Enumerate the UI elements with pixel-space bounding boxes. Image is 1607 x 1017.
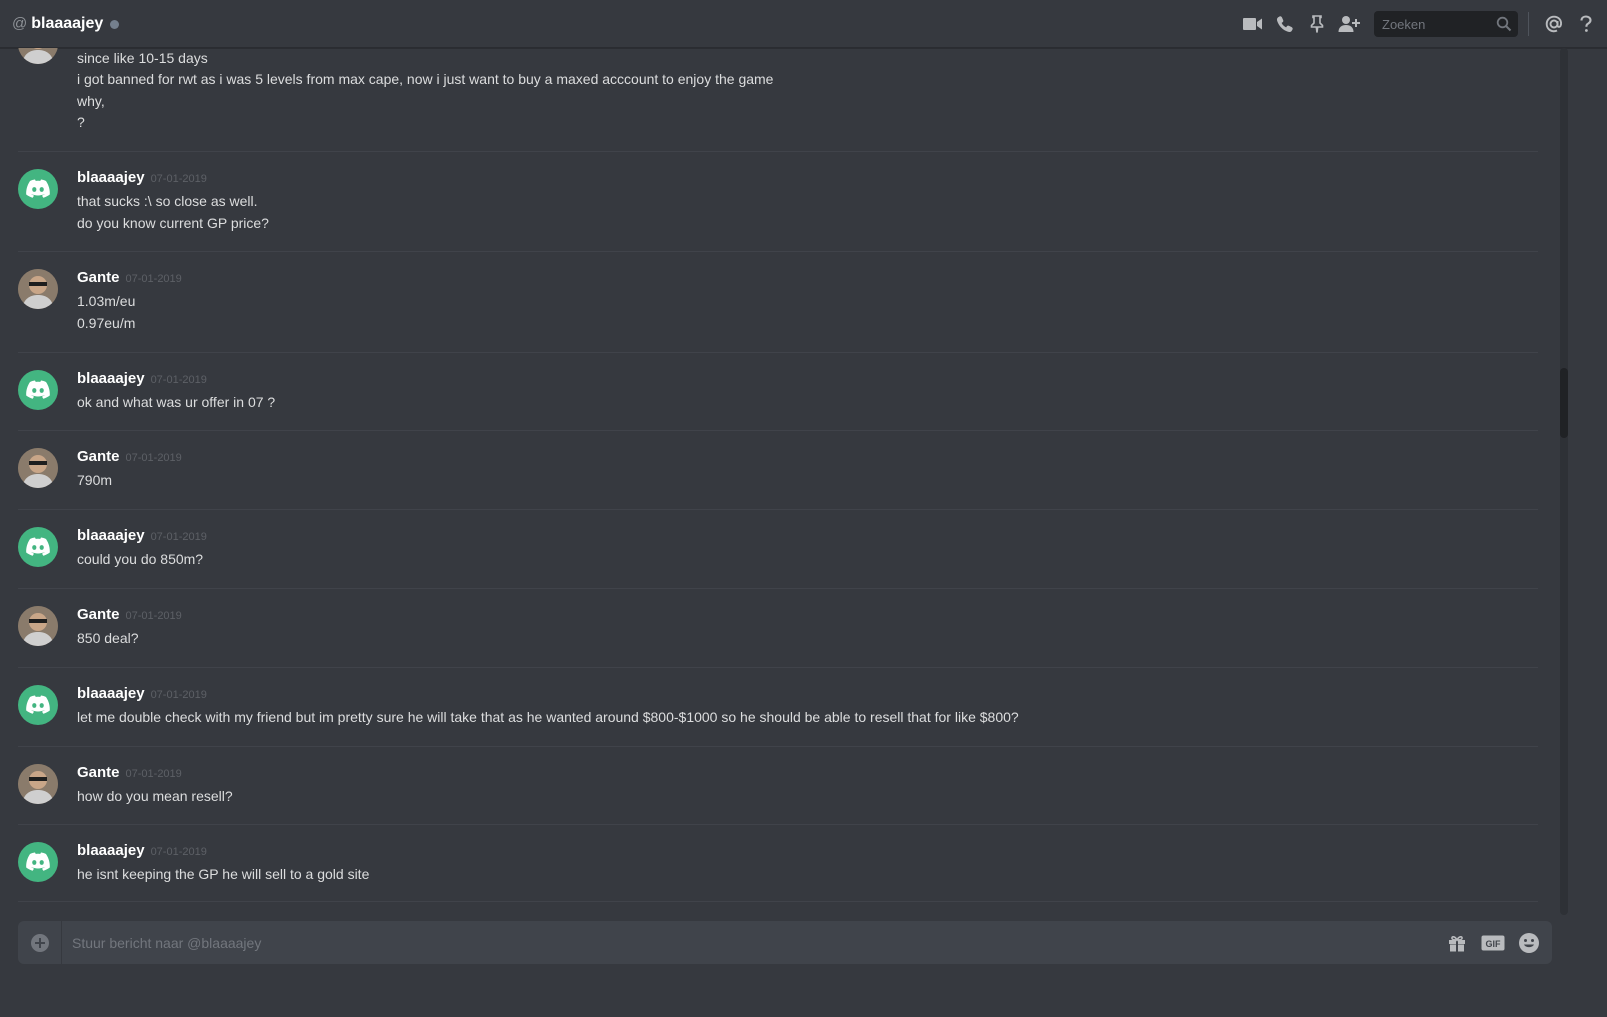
username[interactable]: blaaaajey	[77, 169, 145, 186]
header-toolbar	[1234, 0, 1607, 48]
discord-logo-icon	[26, 537, 50, 556]
message-header: Gante 07-01-2019	[77, 448, 182, 465]
upload-button[interactable]	[18, 921, 62, 964]
avatar[interactable]	[18, 527, 58, 567]
avatar[interactable]	[18, 606, 58, 646]
message-input[interactable]	[62, 921, 1442, 964]
username[interactable]: Gante	[77, 764, 120, 781]
message-header: blaaaajey 07-01-2019	[77, 370, 207, 387]
add-friend-icon[interactable]	[1336, 11, 1362, 37]
message-header: blaaaajey 07-01-2019	[77, 169, 207, 186]
search-input[interactable]	[1382, 16, 1492, 32]
message-line: could you do 850m?	[77, 551, 204, 567]
message-line: i got banned for rwt as i was 5 levels f…	[77, 71, 774, 87]
username[interactable]: blaaaajey	[77, 527, 145, 544]
message-divider	[18, 509, 1538, 510]
message-line: why,	[77, 93, 105, 109]
message-header: Gante 07-01-2019	[77, 764, 182, 781]
message-divider	[18, 667, 1538, 668]
upload-icon	[30, 933, 49, 952]
message-line: ?	[77, 114, 85, 130]
status-indicator	[110, 19, 120, 29]
message-divider	[18, 352, 1538, 353]
message-line: 790m	[77, 472, 113, 488]
avatar[interactable]	[18, 764, 58, 804]
message-line: 1.03m/eu	[77, 293, 136, 309]
username[interactable]: Gante	[77, 606, 120, 623]
message-divider	[18, 151, 1538, 152]
help-icon[interactable]	[1573, 11, 1599, 37]
message-header: blaaaajey 07-01-2019	[77, 842, 207, 859]
message-header: Gante 07-01-2019	[77, 606, 182, 623]
message-divider	[18, 430, 1538, 431]
username[interactable]: Gante	[77, 448, 120, 465]
message-list[interactable]: since like 10-15 days i got banned for r…	[0, 48, 1560, 915]
message-header: blaaaajey 07-01-2019	[77, 527, 207, 544]
timestamp: 07-01-2019	[125, 768, 182, 780]
mention-icon[interactable]	[1541, 11, 1567, 37]
message-line: 0.97eu/m	[77, 315, 136, 331]
avatar[interactable]	[18, 685, 58, 725]
message-divider	[18, 746, 1538, 747]
avatar[interactable]	[18, 269, 58, 309]
discord-logo-icon	[26, 179, 50, 198]
at-icon: @	[12, 15, 28, 32]
toolbar-divider	[1528, 12, 1529, 36]
message-line: he isnt keeping the GP he will sell to a…	[77, 866, 370, 882]
message-divider	[18, 824, 1538, 825]
discord-logo-icon	[26, 852, 50, 871]
timestamp: 07-01-2019	[150, 531, 207, 543]
timestamp: 07-01-2019	[150, 374, 207, 386]
emoji-icon[interactable]	[1514, 928, 1544, 958]
bottom-padding	[0, 992, 1607, 1017]
message-line: since like 10-15 days	[77, 50, 208, 66]
scrollbar-track[interactable]	[1560, 48, 1568, 915]
username[interactable]: Gante	[77, 269, 120, 286]
channel-header: @ blaaaajey	[0, 0, 1607, 48]
username[interactable]: blaaaajey	[77, 685, 145, 702]
timestamp: 07-01-2019	[125, 273, 182, 285]
avatar[interactable]	[18, 169, 58, 209]
avatar[interactable]	[18, 842, 58, 882]
discord-logo-icon	[26, 380, 50, 399]
avatar[interactable]	[18, 48, 58, 64]
message-line: that sucks :\ so close as well.	[77, 193, 258, 209]
message-header: Gante 07-01-2019	[77, 269, 182, 286]
search-icon	[1496, 16, 1512, 37]
timestamp: 07-01-2019	[150, 689, 207, 701]
message-divider	[18, 588, 1538, 589]
phone-icon[interactable]	[1272, 11, 1298, 37]
avatar[interactable]	[18, 370, 58, 410]
pin-icon[interactable]	[1304, 11, 1330, 37]
timestamp: 07-01-2019	[125, 452, 182, 464]
message-line: let me double check with my friend but i…	[77, 709, 1019, 725]
timestamp: 07-01-2019	[150, 846, 207, 858]
message-divider	[18, 251, 1538, 252]
scrollbar-thumb[interactable]	[1560, 368, 1568, 438]
gift-icon[interactable]	[1442, 928, 1472, 958]
username[interactable]: blaaaajey	[77, 842, 145, 859]
message-composer: GIF	[18, 921, 1552, 964]
search-box[interactable]	[1374, 11, 1518, 37]
channel-title: blaaaajey	[31, 14, 104, 32]
message-line: 850 deal?	[77, 630, 139, 646]
avatar[interactable]	[18, 448, 58, 488]
message-line: ok and what was ur offer in 07 ?	[77, 394, 276, 410]
message-line: how do you mean resell?	[77, 788, 233, 804]
video-icon[interactable]	[1240, 11, 1266, 37]
message-line: do you know current GP price?	[77, 215, 269, 231]
message-divider	[18, 901, 1538, 902]
username[interactable]: blaaaajey	[77, 370, 145, 387]
message-header: blaaaajey 07-01-2019	[77, 685, 207, 702]
discord-logo-icon	[26, 695, 50, 714]
timestamp: 07-01-2019	[150, 173, 207, 185]
svg-text:GIF: GIF	[1486, 939, 1502, 949]
timestamp: 07-01-2019	[125, 610, 182, 622]
gif-icon[interactable]: GIF	[1478, 928, 1508, 958]
